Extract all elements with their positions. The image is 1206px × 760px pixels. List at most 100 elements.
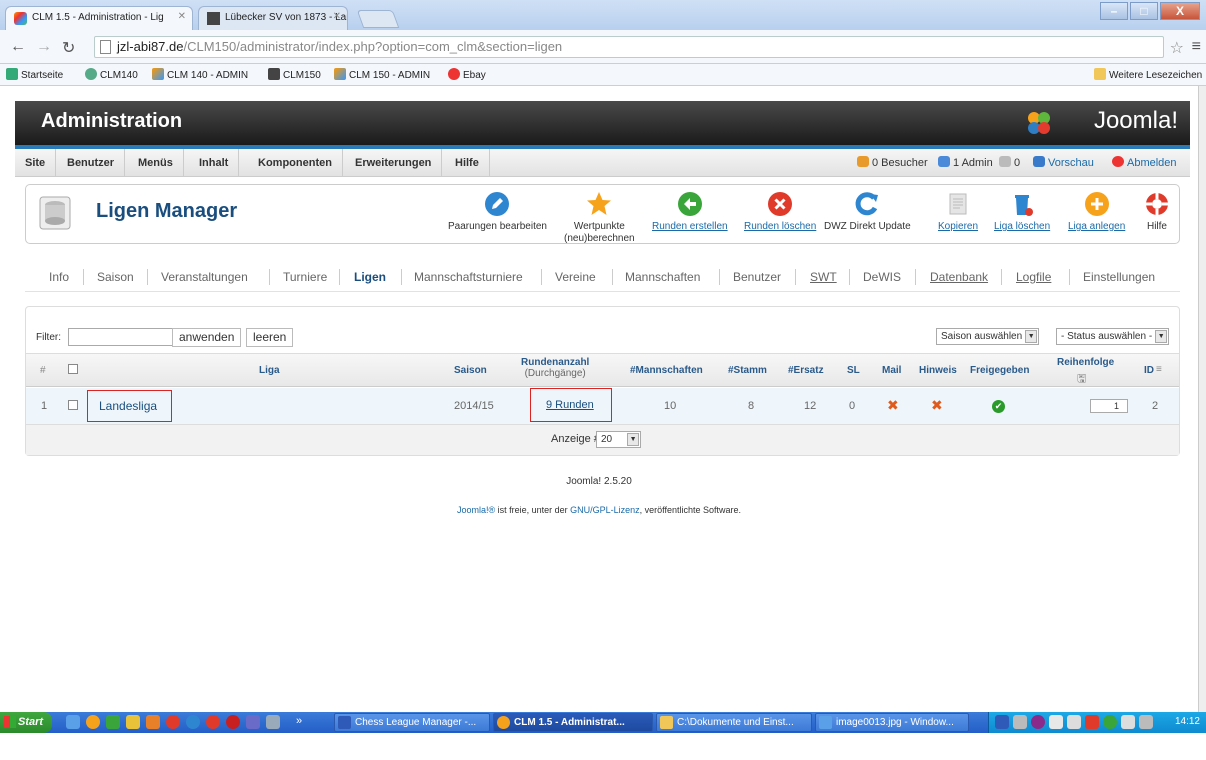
col-liga[interactable]: Liga — [259, 365, 280, 376]
bookmark-clm150[interactable]: CLM150 — [268, 68, 321, 81]
bookmark-clm140[interactable]: CLM140 — [85, 68, 138, 81]
joomla-link[interactable]: Joomla!® — [457, 505, 495, 515]
bookmark-clm150-admin[interactable]: CLM 150 - ADMIN — [334, 68, 430, 81]
menu-inhalt[interactable]: Inhalt — [189, 149, 240, 177]
gpl-link[interactable]: GNU/GPL-Lizenz — [570, 505, 640, 515]
select-all-checkbox[interactable] — [68, 364, 78, 374]
kopieren-button[interactable]: Kopieren — [938, 191, 978, 233]
menu-menues[interactable]: Menüs — [128, 149, 184, 177]
runden-loeschen-button[interactable]: Runden löschen — [744, 191, 816, 233]
subnav-mannschaftsturniere[interactable]: Mannschaftsturniere — [414, 270, 523, 284]
subnav-saison[interactable]: Saison — [97, 270, 134, 284]
mail-disabled-icon[interactable]: ✖ — [887, 397, 899, 414]
quicklaunch-app-icon[interactable] — [226, 715, 240, 729]
volume-icon[interactable] — [1067, 715, 1081, 729]
runden-link[interactable]: 9 Runden — [546, 399, 594, 411]
status-select[interactable]: - Status auswählen - ▼ — [1056, 328, 1170, 345]
subnav-datenbank[interactable]: Datenbank — [930, 270, 988, 284]
browser-tab-luebecker[interactable]: Lübecker SV von 1873 - Landı ✕ — [198, 6, 348, 30]
published-check-icon[interactable]: ✔ — [992, 400, 1005, 413]
col-sl[interactable]: SL — [847, 365, 860, 376]
bookmark-ebay[interactable]: Ebay — [448, 68, 486, 81]
col-id[interactable]: ID — [1144, 365, 1154, 376]
subnav-ligen[interactable]: Ligen — [354, 270, 386, 284]
tray-app-icon[interactable] — [1103, 715, 1117, 729]
subnav-benutzer[interactable]: Benutzer — [733, 270, 781, 284]
network-icon[interactable] — [1121, 715, 1135, 729]
col-ersatz[interactable]: #Ersatz — [788, 365, 824, 376]
liga-loeschen-button[interactable]: Liga löschen — [994, 191, 1050, 233]
col-saison[interactable]: Saison — [454, 365, 487, 376]
col-mannschaften[interactable]: #Mannschaften — [630, 365, 703, 376]
row-checkbox[interactable] — [68, 400, 78, 410]
menu-komponenten[interactable]: Komponenten — [248, 149, 343, 177]
col-rundenanzahl[interactable]: Rundenanzahl (Durchgänge) — [521, 357, 589, 379]
quicklaunch-app-icon[interactable] — [186, 715, 200, 729]
menu-hilfe[interactable]: Hilfe — [445, 149, 490, 177]
subnav-info[interactable]: Info — [49, 270, 69, 284]
order-input[interactable]: 1 — [1090, 399, 1128, 413]
subnav-swt[interactable]: SWT — [810, 270, 837, 284]
messages-status[interactable]: 0 — [999, 149, 1020, 177]
display-count-select[interactable]: 20 ▼ — [596, 431, 642, 448]
subnav-vereine[interactable]: Vereine — [555, 270, 596, 284]
paarungen-bearbeiten-button[interactable]: Paarungen bearbeiten — [448, 191, 547, 233]
col-reihenfolge[interactable]: Reihenfolge — [1057, 357, 1114, 368]
quicklaunch-firefox-icon[interactable] — [86, 715, 100, 729]
tray-app-icon[interactable] — [1013, 715, 1027, 729]
bookmark-startseite[interactable]: Startseite — [6, 68, 63, 81]
url-input[interactable]: jzl-abi87.de/CLM150/administrator/index.… — [94, 36, 1164, 58]
clear-filter-button[interactable]: leeren — [246, 328, 294, 347]
forward-arrow-icon[interactable]: → — [36, 38, 52, 56]
quicklaunch-app-icon[interactable] — [246, 715, 260, 729]
clock[interactable]: 14:12 — [1175, 716, 1200, 727]
col-stamm[interactable]: #Stamm — [728, 365, 767, 376]
quicklaunch-app-icon[interactable] — [266, 715, 280, 729]
quicklaunch-app-icon[interactable] — [206, 715, 220, 729]
menu-erweiterungen[interactable]: Erweiterungen — [345, 149, 443, 177]
wertpunkte-berechnen-button[interactable]: Wertpunkte (neu)berechnen — [564, 191, 635, 245]
col-freigegeben[interactable]: Freigegeben — [970, 365, 1029, 376]
minimize-button[interactable]: – — [1100, 2, 1128, 20]
subnav-dewis[interactable]: DeWIS — [863, 270, 901, 284]
close-window-button[interactable]: X — [1160, 2, 1200, 20]
maximize-button[interactable]: □ — [1130, 2, 1158, 20]
dwz-direkt-update-button[interactable]: DWZ Direkt Update — [824, 191, 911, 233]
quicklaunch-app-icon[interactable] — [106, 715, 120, 729]
col-hinweis[interactable]: Hinweis — [919, 365, 957, 376]
task-explorer[interactable]: C:\Dokumente und Einst... — [656, 713, 812, 732]
tray-app-icon[interactable] — [1049, 715, 1063, 729]
runden-erstellen-button[interactable]: Runden erstellen — [652, 191, 728, 233]
apply-filter-button[interactable]: anwenden — [172, 328, 242, 347]
new-tab-button[interactable] — [356, 10, 400, 28]
close-icon[interactable]: ✕ — [178, 11, 186, 22]
chevron-right-icon[interactable]: » — [296, 715, 310, 729]
bookmark-star-icon[interactable]: ☆ — [1170, 38, 1184, 58]
logout-link[interactable]: Abmelden — [1112, 149, 1177, 177]
quicklaunch-app-icon[interactable] — [126, 715, 140, 729]
subnav-logfile[interactable]: Logfile — [1016, 270, 1051, 284]
liga-link[interactable]: Landesliga — [99, 399, 157, 413]
close-icon[interactable]: ✕ — [333, 11, 341, 22]
tray-app-icon[interactable] — [1139, 715, 1153, 729]
task-image-viewer[interactable]: image0013.jpg - Window... — [815, 713, 969, 732]
task-chess-league-manager[interactable]: Chess League Manager -... — [334, 713, 490, 732]
browser-tab-clm[interactable]: CLM 1.5 - Administration - Lig ✕ — [5, 6, 193, 30]
back-arrow-icon[interactable]: ← — [10, 38, 26, 56]
vertical-scrollbar[interactable] — [1198, 86, 1206, 712]
hilfe-button[interactable]: Hilfe — [1144, 191, 1170, 233]
bookmark-folder-other[interactable]: Weitere Lesezeichen — [1094, 68, 1202, 81]
browser-menu-icon[interactable]: ≡ — [1192, 38, 1201, 56]
preview-link[interactable]: Vorschau — [1033, 149, 1094, 177]
col-mail[interactable]: Mail — [882, 365, 901, 376]
hinweis-disabled-icon[interactable]: ✖ — [931, 397, 943, 414]
quicklaunch-ie-icon[interactable] — [66, 715, 80, 729]
quicklaunch-app-icon[interactable] — [146, 715, 160, 729]
quicklaunch-app-icon[interactable] — [166, 715, 180, 729]
bookmark-clm140-admin[interactable]: CLM 140 - ADMIN — [152, 68, 248, 81]
task-clm-admin[interactable]: CLM 1.5 - Administrat... — [493, 713, 653, 732]
menu-benutzer[interactable]: Benutzer — [57, 149, 126, 177]
reload-icon[interactable]: ↻ — [62, 38, 75, 58]
subnav-veranstaltungen[interactable]: Veranstaltungen — [161, 270, 248, 284]
season-select[interactable]: Saison auswählen ▼ — [936, 328, 1040, 345]
